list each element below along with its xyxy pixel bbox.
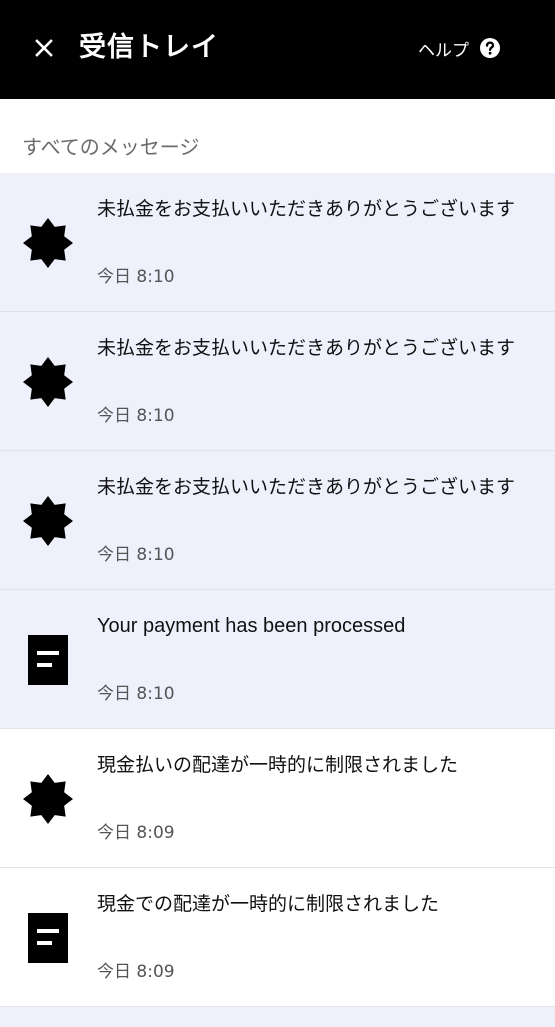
star-badge-icon: [22, 356, 74, 408]
star-badge-icon: [22, 495, 74, 547]
message-timestamp: 今日 8:09: [97, 823, 175, 843]
star-badge-icon: [22, 217, 74, 269]
message-item[interactable]: 未払金をお支払いいただきありがとうございます 今日 8:10: [0, 451, 555, 590]
star-badge-icon: [22, 773, 74, 825]
next-message-peek: [0, 1007, 555, 1027]
message-list: 未払金をお支払いいただきありがとうございます 今日 8:10 未払金をお支払いいただ…: [0, 173, 555, 1027]
message-item[interactable]: 未払金をお支払いいただきありがとうございます 今日 8:10: [0, 173, 555, 312]
message-timestamp: 今日 8:09: [97, 962, 175, 982]
message-timestamp: 今日 8:10: [97, 545, 175, 565]
question-circle-icon: [479, 37, 501, 59]
close-button[interactable]: [26, 26, 62, 70]
message-timestamp: 今日 8:10: [97, 406, 175, 426]
receipt-icon: [22, 634, 74, 686]
app-header: 受信トレイ ヘルプ: [0, 0, 555, 99]
message-item[interactable]: 現金払いの配達が一時的に制限されました 今日 8:09: [0, 729, 555, 868]
help-label: ヘルプ: [418, 40, 469, 61]
message-item[interactable]: 現金での配達が一時的に制限されました 今日 8:09: [0, 868, 555, 1007]
message-timestamp: 今日 8:10: [97, 684, 175, 704]
message-text: 現金での配達が一時的に制限されました: [97, 893, 440, 915]
close-icon: [35, 39, 53, 57]
help-button[interactable]: ヘルプ: [418, 30, 501, 66]
message-text: 現金払いの配達が一時的に制限されました: [97, 754, 459, 776]
receipt-icon: [22, 912, 74, 964]
message-item[interactable]: Your payment has been processed 今日 8:10: [0, 590, 555, 729]
section-title: すべてのメッセージ: [22, 135, 200, 159]
message-text: Your payment has been processed: [97, 615, 406, 637]
message-text: 未払金をお支払いいただきありがとうございます: [97, 198, 516, 220]
message-timestamp: 今日 8:10: [97, 267, 175, 287]
message-text: 未払金をお支払いいただきありがとうございます: [97, 337, 516, 359]
message-text: 未払金をお支払いいただきありがとうございます: [97, 476, 516, 498]
message-item[interactable]: 未払金をお支払いいただきありがとうございます 今日 8:10: [0, 312, 555, 451]
page-title: 受信トレイ: [79, 32, 219, 63]
